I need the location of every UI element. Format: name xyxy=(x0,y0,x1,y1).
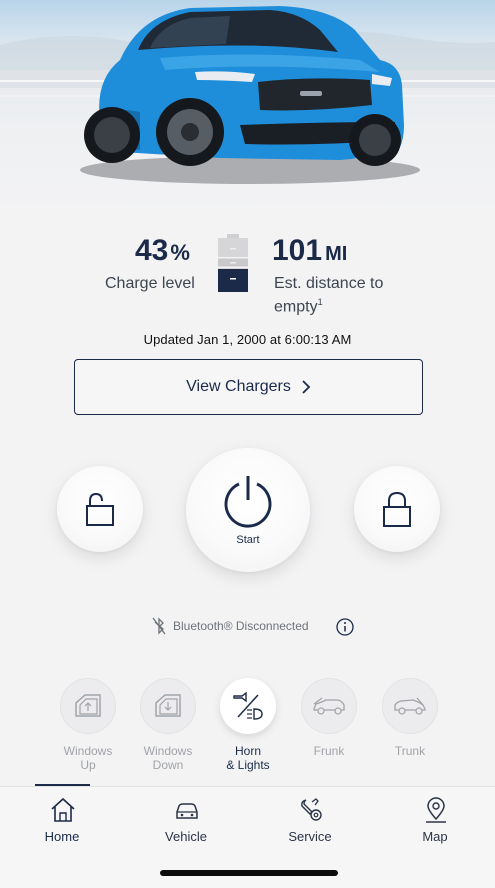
horn-lights-icon xyxy=(233,692,263,720)
map-pin-icon xyxy=(426,797,446,823)
chevron-right-icon xyxy=(302,380,311,394)
charge-percent-unit: % xyxy=(170,240,190,265)
frunk-label-line1: Frunk xyxy=(313,744,345,758)
range-label-line2: empty1 xyxy=(274,293,323,316)
windows-down-label: Windows Down xyxy=(128,744,208,772)
charge-percent: 43% xyxy=(135,234,190,268)
nav-item-home[interactable]: Home xyxy=(12,787,112,857)
start-button[interactable]: Start xyxy=(186,448,310,572)
start-label: Start xyxy=(236,534,260,546)
horn-lights-label-line1: Horn xyxy=(234,744,261,758)
car-icon xyxy=(176,803,198,819)
quick-action-trunk[interactable]: Trunk xyxy=(370,678,450,778)
frunk-circle[interactable] xyxy=(301,678,357,734)
horn-lights-label: Horn & Lights xyxy=(208,744,288,772)
frunk-label: Frunk xyxy=(289,744,369,758)
vehicle-hero xyxy=(0,0,495,215)
info-icon[interactable] xyxy=(336,618,354,636)
home-indicator-bar xyxy=(160,870,338,876)
view-chargers-label: View Chargers xyxy=(186,378,291,395)
trunk-icon xyxy=(394,697,426,715)
range-value: 101 xyxy=(272,234,323,267)
quick-action-horn-lights[interactable]: Horn & Lights xyxy=(208,678,288,778)
windows-up-circle[interactable] xyxy=(60,678,116,734)
power-icon xyxy=(224,476,272,528)
windows-down-circle[interactable] xyxy=(140,678,196,734)
home-icon xyxy=(51,797,75,822)
lock-icon xyxy=(383,491,411,527)
range-label-text: empty xyxy=(274,298,318,316)
nav-service-label: Service xyxy=(288,829,332,844)
horn-lights-label-line2: & Lights xyxy=(226,758,270,772)
windows-down-label-line2: Down xyxy=(152,758,184,772)
nav-vehicle-label: Vehicle xyxy=(165,829,207,844)
trunk-label: Trunk xyxy=(370,744,450,758)
range-unit: MI xyxy=(325,243,348,265)
horn-lights-circle[interactable] xyxy=(220,678,276,734)
range-label-line1: Est. distance to xyxy=(274,275,384,292)
windows-up-label: Windows Up xyxy=(48,744,128,772)
quick-action-windows-down[interactable]: Windows Down xyxy=(128,678,208,778)
bluetooth-status-text: Bluetooth® Disconnected xyxy=(173,619,309,633)
windows-up-label-line2: Up xyxy=(80,758,96,772)
nav-item-map[interactable]: Map xyxy=(385,787,485,857)
trunk-label-line1: Trunk xyxy=(394,744,426,758)
windows-up-label-line1: Windows xyxy=(63,744,113,758)
unlock-icon xyxy=(86,492,114,526)
frunk-icon xyxy=(313,697,345,715)
bluetooth-status: Bluetooth® Disconnected xyxy=(0,616,495,638)
trunk-circle[interactable] xyxy=(382,678,438,734)
unlock-button[interactable] xyxy=(57,466,143,552)
charge-level-label: Charge level xyxy=(105,275,195,292)
battery-icon xyxy=(218,234,248,292)
view-chargers-button[interactable]: View Chargers xyxy=(74,359,423,415)
vehicle-photo xyxy=(0,6,495,184)
bluetooth-off-icon xyxy=(152,617,166,635)
nav-home-label: Home xyxy=(44,829,80,844)
service-icon xyxy=(301,798,322,821)
charge-percent-value: 43 xyxy=(135,234,169,267)
windows-down-label-line1: Windows xyxy=(143,744,193,758)
range-footnote: 1 xyxy=(317,297,323,307)
nav-map-label: Map xyxy=(422,829,448,844)
range-value-group: 101 MI xyxy=(272,234,347,268)
lock-button[interactable] xyxy=(354,466,440,552)
window-down-icon xyxy=(155,694,181,717)
quick-action-frunk[interactable]: Frunk xyxy=(289,678,369,778)
quick-action-windows-up[interactable]: Windows Up xyxy=(48,678,128,778)
last-updated-text: Updated Jan 1, 2000 at 6:00:13 AM xyxy=(143,332,352,347)
nav-item-vehicle[interactable]: Vehicle xyxy=(136,787,236,857)
nav-item-service[interactable]: Service xyxy=(260,787,360,857)
window-up-icon xyxy=(75,694,101,717)
